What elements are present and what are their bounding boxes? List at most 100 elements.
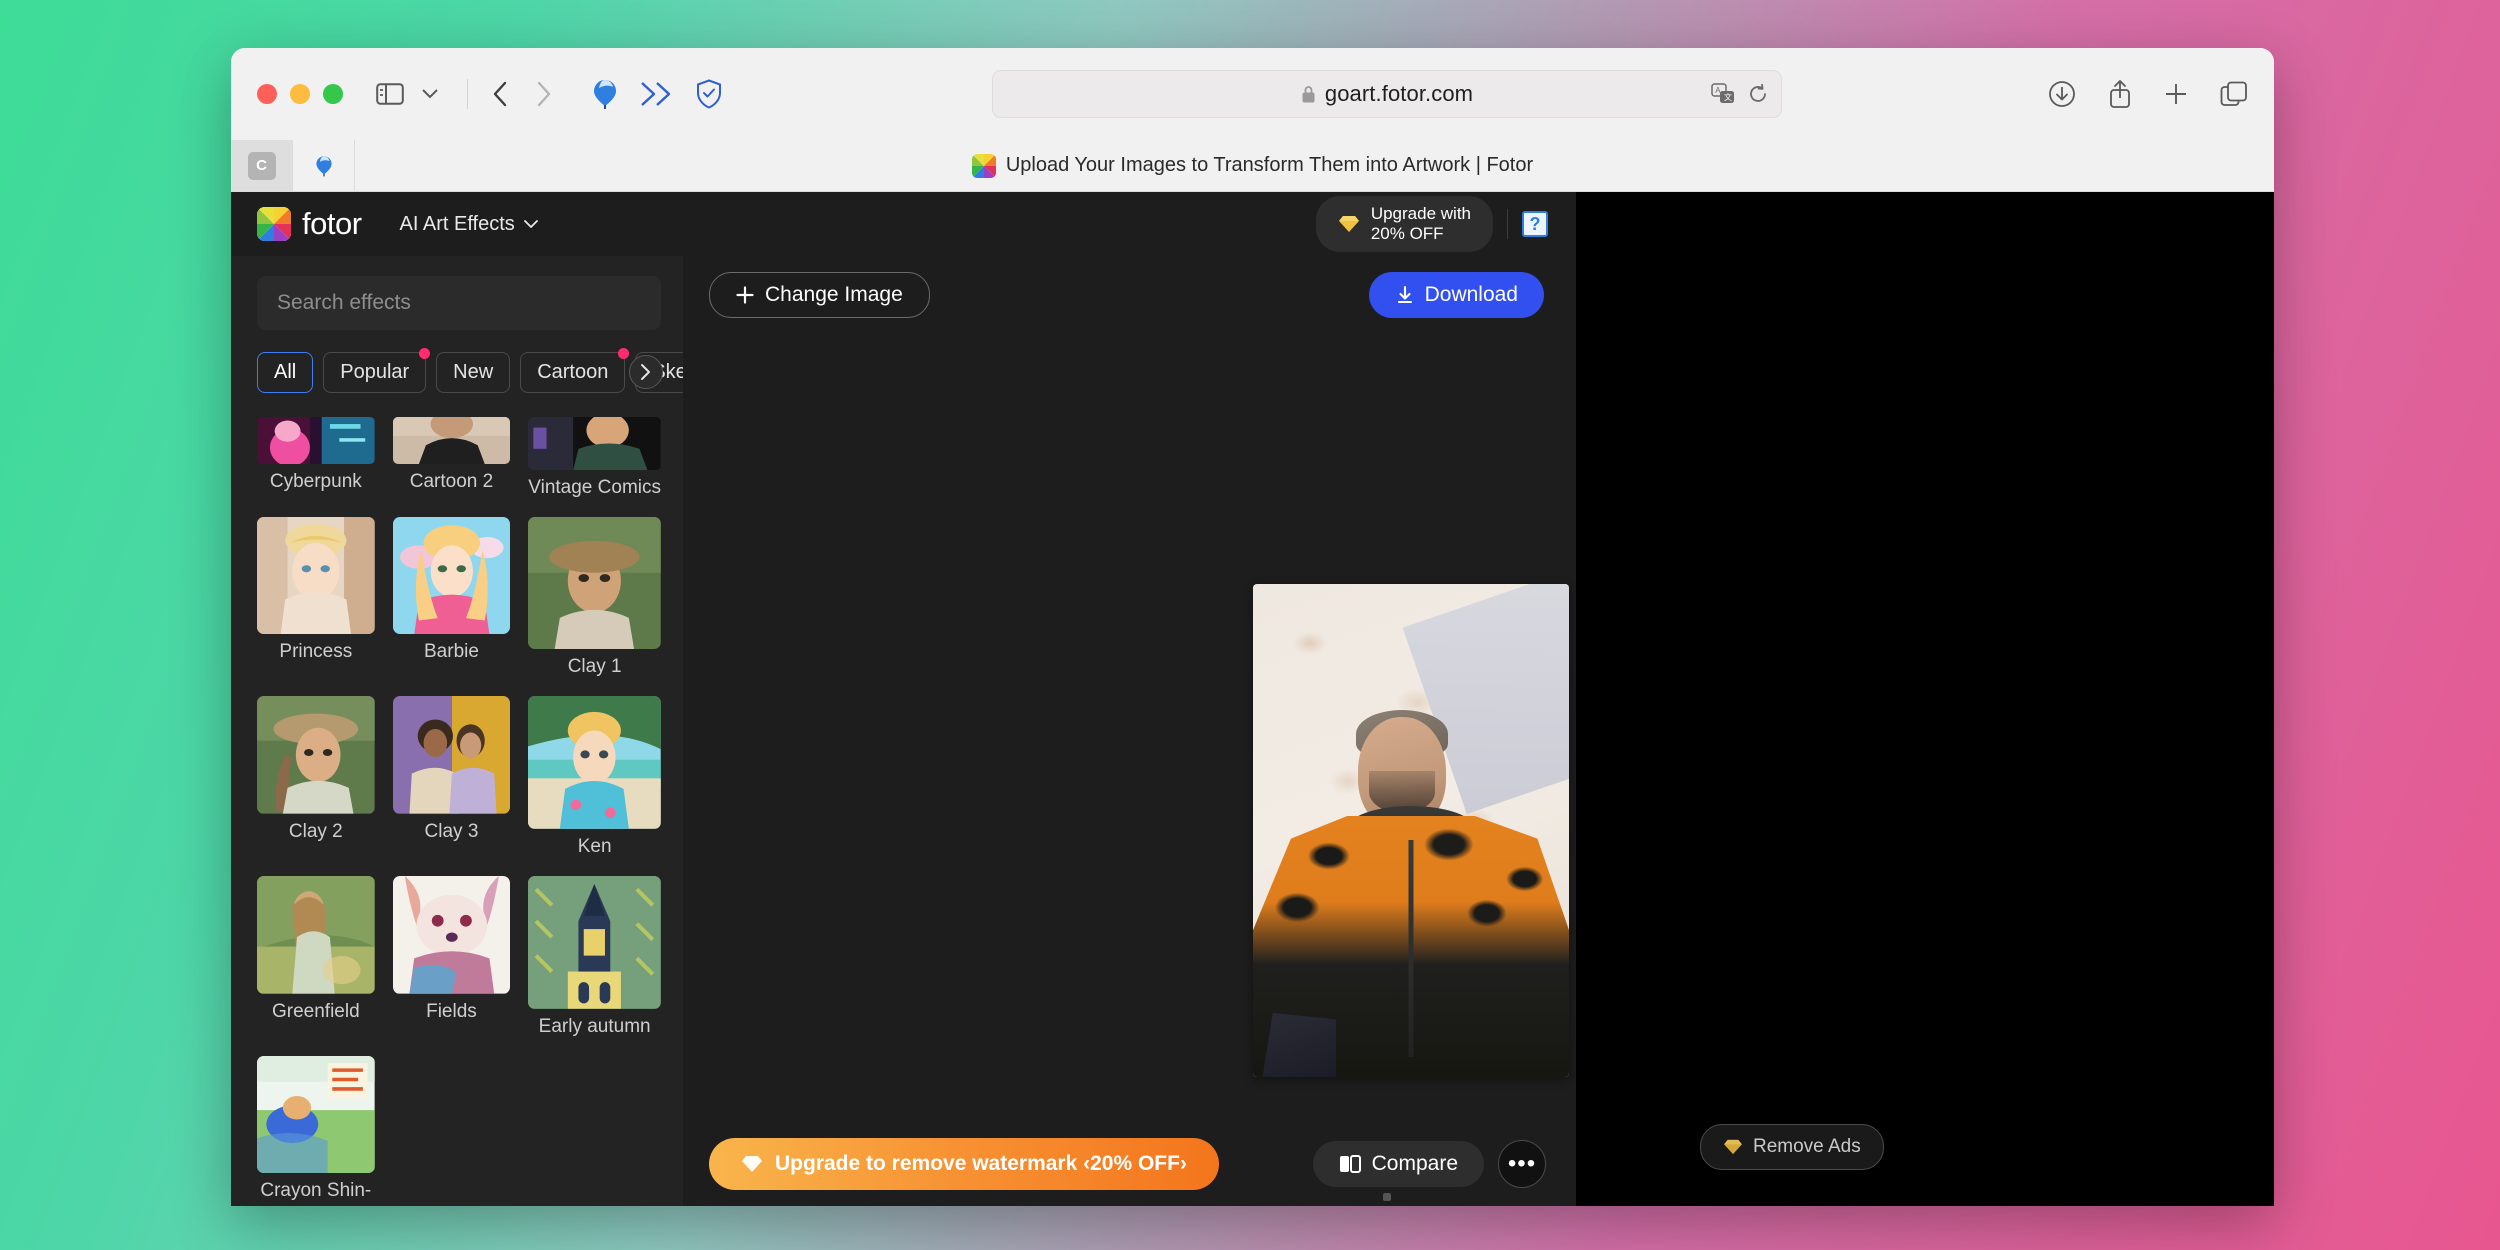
original-zipper: [1408, 840, 1414, 1058]
effect-card-vintage-comics[interactable]: Vintage Comics: [528, 416, 661, 509]
tab-bar: C Upload Your Images to Transform Them i…: [231, 140, 2274, 192]
search-input[interactable]: Search effects: [257, 276, 661, 330]
pinned-tabs: C: [231, 140, 355, 191]
tab-overview-icon[interactable]: [2220, 81, 2248, 107]
effect-label: Clay 3: [424, 821, 479, 842]
chip-new[interactable]: New: [436, 351, 511, 393]
effect-thumbnail: [528, 516, 661, 650]
download-label: Download: [1424, 283, 1518, 306]
chips-next-button[interactable]: [629, 355, 663, 390]
upgrade-watermark-label: Upgrade to remove watermark ‹20% OFF›: [775, 1152, 1187, 1175]
original-laptop: [1262, 1013, 1337, 1077]
maximize-window-button[interactable]: [323, 84, 343, 104]
close-window-button[interactable]: [257, 84, 277, 104]
address-url: goart.fotor.com: [1324, 81, 1474, 106]
balloon-icon[interactable]: [592, 78, 618, 110]
compare-panels-icon: [1339, 1154, 1361, 1174]
effect-card-clay-2[interactable]: Clay 2: [257, 696, 375, 868]
effect-thumbnail: [257, 696, 375, 814]
brand-name: fotor: [302, 206, 362, 241]
effect-label: Cyberpunk: [269, 470, 362, 492]
change-image-button[interactable]: Change Image: [709, 272, 930, 318]
shield-check-icon[interactable]: [696, 79, 722, 109]
sidebar-toggle-icon[interactable]: [369, 76, 411, 112]
effect-label: Greenfield: [271, 1000, 360, 1022]
effect-thumbnail: [257, 1055, 375, 1174]
help-button[interactable]: ?: [1522, 211, 1548, 237]
translate-icon[interactable]: A文: [1711, 83, 1735, 105]
effect-card-cyberpunk[interactable]: Cyberpunk: [257, 416, 375, 509]
effect-thumbnail: [528, 416, 661, 470]
effects-grid: Cyberpunk Cartoon 2 Vintage Comics Princ…: [257, 416, 661, 1206]
effect-card-clay-1[interactable]: Clay 1: [528, 516, 661, 689]
plus-icon: [736, 286, 754, 304]
chevron-down-icon[interactable]: [415, 76, 445, 112]
chip-new-label: New: [453, 360, 494, 383]
canvas-bottom-right: Compare •••: [1312, 1140, 1546, 1188]
tab-pinned-c[interactable]: C: [231, 140, 293, 191]
ad-panel: Remove Ads: [1576, 192, 2274, 1206]
page-content: fotor AI Art Effects Upgrade with 20% OF…: [231, 192, 2274, 1206]
search-placeholder: Search effects: [277, 290, 411, 314]
minimize-window-button[interactable]: [290, 84, 310, 104]
effect-card-crayon-shin[interactable]: Crayon Shin-: [257, 1055, 375, 1206]
effect-card-clay-3[interactable]: Clay 3: [392, 696, 511, 868]
compare-button[interactable]: Compare: [1312, 1141, 1484, 1187]
chip-popular[interactable]: Popular: [323, 347, 431, 393]
canvas-toolbar: Change Image Download: [683, 256, 1576, 334]
new-tab-icon[interactable]: [2164, 82, 2188, 106]
compare-label: Compare: [1371, 1152, 1458, 1175]
change-image-label: Change Image: [765, 283, 903, 306]
active-tab-title: Upload Your Images to Transform Them int…: [1005, 154, 1534, 176]
active-tab-title-bar: Upload Your Images to Transform Them int…: [231, 153, 2274, 178]
remove-ads-button[interactable]: Remove Ads: [1700, 1124, 1884, 1170]
effect-card-greenfield[interactable]: Greenfield: [257, 876, 375, 1048]
fotor-brand[interactable]: fotor: [257, 206, 362, 242]
chip-cartoon-label: Cartoon: [537, 360, 609, 383]
fotor-logo-icon: [257, 207, 291, 241]
effect-thumbnail: [528, 876, 661, 1009]
chevron-down-icon: [523, 219, 538, 229]
chip-all-label: All: [274, 360, 297, 383]
effect-label: Princess: [279, 641, 353, 663]
toolbar-divider: [467, 79, 468, 109]
address-bar-actions: A文: [1711, 83, 1768, 105]
effect-card-ken[interactable]: Ken: [528, 696, 661, 868]
effect-thumbnail: [392, 696, 511, 814]
effect-card-princess[interactable]: Princess: [257, 516, 375, 689]
download-icon: [1395, 285, 1415, 305]
downloads-icon[interactable]: [2048, 80, 2076, 108]
forward-icon[interactable]: [522, 74, 566, 114]
effect-card-early-autumn[interactable]: Early autumn: [528, 876, 661, 1048]
more-options-button[interactable]: •••: [1498, 1140, 1546, 1188]
effect-label: Barbie: [424, 641, 479, 663]
effect-thumbnail: [257, 516, 375, 635]
effect-card-fields[interactable]: Fields: [392, 876, 511, 1048]
fotor-app: fotor AI Art Effects Upgrade with 20% OF…: [231, 192, 2211, 1206]
effect-label: Fields: [426, 1000, 477, 1022]
effect-card-barbie[interactable]: Barbie: [392, 516, 511, 689]
scroll-indicator[interactable]: [1383, 1193, 1391, 1201]
chip-all[interactable]: All: [257, 351, 314, 393]
download-button[interactable]: Download: [1368, 272, 1544, 318]
lock-icon: [1301, 85, 1316, 104]
effect-card-cartoon-2[interactable]: Cartoon 2: [392, 416, 511, 509]
upgrade-button[interactable]: Upgrade with 20% OFF: [1315, 195, 1493, 253]
tab-pinned-extension[interactable]: [293, 140, 355, 191]
header-divider: [1507, 209, 1508, 239]
back-icon[interactable]: [478, 74, 522, 114]
reload-icon[interactable]: [1748, 84, 1768, 104]
original-image[interactable]: [1253, 584, 1569, 1077]
menu-ai-art-effects[interactable]: AI Art Effects: [400, 213, 538, 236]
chip-cartoon[interactable]: Cartoon: [520, 347, 630, 393]
diamond-icon: [1723, 1139, 1743, 1155]
canvas-bottom-bar: Upgrade to remove watermark ‹20% OFF› Co…: [683, 1122, 1576, 1206]
fast-forward-icon[interactable]: [640, 81, 674, 107]
effect-thumbnail: [392, 416, 511, 464]
upgrade-line-1: Upgrade with: [1370, 203, 1471, 223]
upgrade-remove-watermark-button[interactable]: Upgrade to remove watermark ‹20% OFF›: [709, 1138, 1219, 1190]
share-icon[interactable]: [2108, 79, 2132, 109]
address-bar[interactable]: goart.fotor.com A文: [992, 70, 1782, 118]
effect-label: Early autumn: [538, 1015, 651, 1037]
diamond-icon: [1338, 215, 1360, 233]
